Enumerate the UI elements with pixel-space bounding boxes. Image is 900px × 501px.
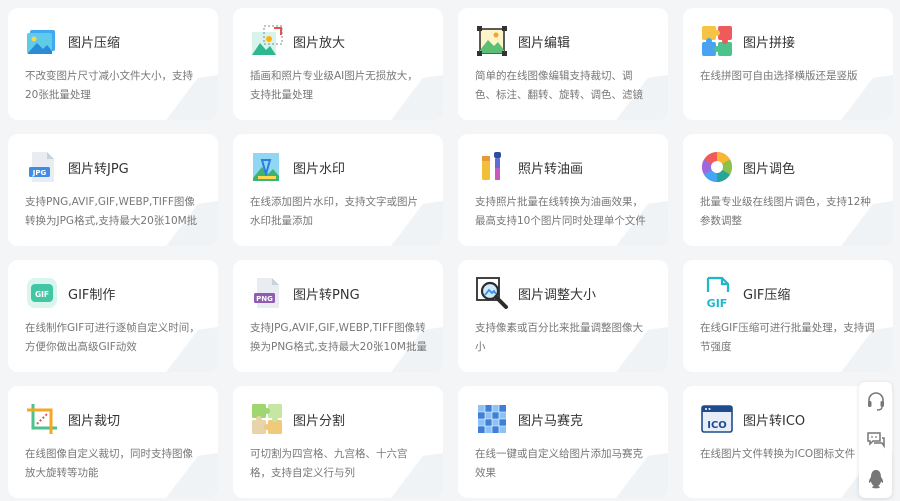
tool-card-watermark[interactable]: 图片水印 在线添加图片水印，支持文字或图片水印批量添加 <box>233 134 443 246</box>
tool-title: 图片编辑 <box>518 35 571 51</box>
tool-card-image-stitch[interactable]: 图片拼接 在线拼图可自由选择横版还是竖版 <box>683 8 893 120</box>
tool-title: GIF制作 <box>68 287 116 303</box>
tool-desc: 在线一键或自定义给图片添加马赛克效果 <box>475 448 643 479</box>
tool-desc: 可切割为四宫格、九宫格、十六宫格，支持自定义行与列 <box>250 448 408 479</box>
file-badge: GIF <box>35 290 49 299</box>
tool-card-resize[interactable]: 图片调整大小 支持像素或百分比来批量调整图像大小 <box>458 260 668 372</box>
mosaic-icon <box>475 402 509 436</box>
tool-card-image-edit[interactable]: 图片编辑 简单的在线图像编辑支持裁切、调色、标注、翻转、旋转、调色、滤镜等操作 <box>458 8 668 120</box>
tool-title: 图片调整大小 <box>518 287 597 303</box>
tool-desc: 支持JPG,AVIF,GIF,WEBP,TIFF图像转换为PNG格式,支持最大2… <box>250 322 427 353</box>
png-file-icon: PNG <box>250 276 284 310</box>
tool-title: GIF压缩 <box>743 287 791 303</box>
tool-card-image-compress[interactable]: 图片压缩 不改变图片尺寸减小文件大小，支持20张批量处理 <box>8 8 218 120</box>
tool-card-to-jpg[interactable]: JPG 图片转JPG 支持PNG,AVIF,GIF,WEBP,TIFF图像转换为… <box>8 134 218 246</box>
tool-desc: 在线制作GIF可进行逐帧自定义时间，方便你做出高级GIF动效 <box>25 322 200 353</box>
tool-title: 图片转PNG <box>293 287 360 303</box>
watermark-icon <box>250 150 284 184</box>
tool-desc: 在线图像自定义裁切，同时支持图像放大旋转等功能 <box>25 448 193 479</box>
tool-title: 图片放大 <box>293 35 346 51</box>
file-badge: GIF <box>707 297 728 310</box>
tool-title: 图片马赛克 <box>518 413 584 429</box>
tool-desc: 不改变图片尺寸减小文件大小，支持20张批量处理 <box>25 70 193 101</box>
tool-card-gif-compress[interactable]: GIF GIF压缩 在线GIF压缩可进行批量处理，支持调节强度 <box>683 260 893 372</box>
tool-desc: 简单的在线图像编辑支持裁切、调色、标注、翻转、旋转、调色、滤镜等操作 <box>475 70 643 101</box>
file-badge: PNG <box>256 295 273 303</box>
jpg-file-icon: JPG <box>25 150 59 184</box>
tool-grid: 图片压缩 不改变图片尺寸减小文件大小，支持20张批量处理 图片放大 插画和照片专… <box>8 8 893 498</box>
crop-icon <box>25 402 59 436</box>
tool-title: 图片裁切 <box>68 413 121 429</box>
image-edit-icon <box>475 24 509 58</box>
tool-title: 图片拼接 <box>743 35 796 51</box>
tool-card-to-png[interactable]: PNG 图片转PNG 支持JPG,AVIF,GIF,WEBP,TIFF图像转换为… <box>233 260 443 372</box>
image-compress-icon <box>25 24 59 58</box>
resize-search-icon <box>475 276 509 310</box>
tool-title: 照片转油画 <box>518 161 584 177</box>
file-badge: ICO <box>707 420 727 431</box>
tool-card-crop[interactable]: 图片裁切 在线图像自定义裁切，同时支持图像放大旋转等功能 <box>8 386 218 498</box>
tool-title: 图片转ICO <box>743 413 806 429</box>
color-wheel-icon <box>700 150 734 184</box>
tool-title: 图片调色 <box>743 161 796 177</box>
tool-desc: 支持像素或百分比来批量调整图像大小 <box>475 322 643 353</box>
tool-title: 图片水印 <box>293 161 346 177</box>
gif-make-icon: GIF <box>25 276 59 310</box>
image-enlarge-icon <box>250 24 284 58</box>
oil-painting-icon <box>475 150 509 184</box>
tool-title: 图片压缩 <box>68 35 121 51</box>
tool-desc: 支持照片批量在线转换为油画效果，最高支持10个图片同时处理单个文件大小 <box>475 196 646 227</box>
gif-compress-icon: GIF <box>700 276 734 310</box>
split-puzzle-icon <box>250 402 284 436</box>
tool-desc: 在线GIF压缩可进行批量处理，支持调节强度 <box>700 322 875 353</box>
ico-file-icon: ICO <box>700 402 734 436</box>
tool-card-gif-make[interactable]: GIF GIF制作 在线制作GIF可进行逐帧自定义时间，方便你做出高级GIF动效 <box>8 260 218 372</box>
tool-desc: 在线拼图可自由选择横版还是竖版 <box>700 70 858 82</box>
puzzle-icon <box>700 24 734 58</box>
tool-desc: 在线添加图片水印，支持文字或图片水印批量添加 <box>250 196 418 227</box>
tool-card-oil-painting[interactable]: 照片转油画 支持照片批量在线转换为油画效果，最高支持10个图片同时处理单个文件大… <box>458 134 668 246</box>
tool-desc: 在线图片文件转换为ICO图标文件 <box>700 448 856 460</box>
tool-title: 图片分割 <box>293 413 346 429</box>
tool-desc: 支持PNG,AVIF,GIF,WEBP,TIFF图像转换为JPG格式,支持最大2… <box>25 196 198 227</box>
tool-card-mosaic[interactable]: 图片马赛克 在线一键或自定义给图片添加马赛克效果 <box>458 386 668 498</box>
tool-card-color-adjust[interactable]: 图片调色 批量专业级在线图片调色，支持12种参数调整 <box>683 134 893 246</box>
tool-card-split[interactable]: 图片分割 可切割为四宫格、九宫格、十六宫格，支持自定义行与列 <box>233 386 443 498</box>
tool-card-image-enlarge[interactable]: 图片放大 插画和照片专业级AI图片无损放大，支持批量处理 <box>233 8 443 120</box>
tool-desc: 批量专业级在线图片调色，支持12种参数调整 <box>700 196 871 227</box>
file-badge: JPG <box>32 169 47 177</box>
tool-desc: 插画和照片专业级AI图片无损放大，支持批量处理 <box>250 70 418 101</box>
tool-title: 图片转JPG <box>68 161 129 177</box>
